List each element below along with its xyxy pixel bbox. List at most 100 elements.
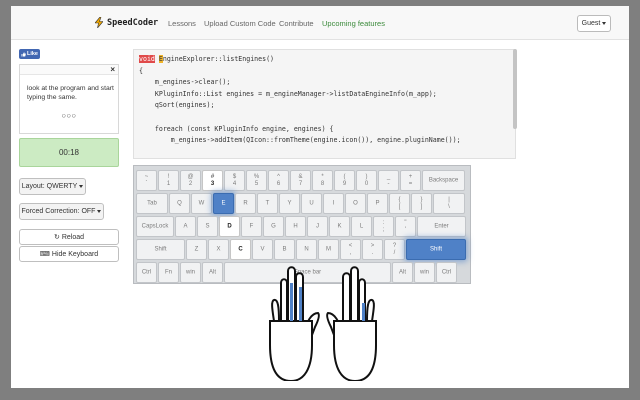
close-icon[interactable]: × [110, 65, 115, 75]
key-label: O [353, 200, 358, 206]
key-shift[interactable]: Shift [406, 239, 466, 260]
key-ctrl[interactable]: Ctrl [136, 262, 157, 283]
key-label: R [243, 200, 248, 206]
facebook-like-label: Like [26, 51, 38, 57]
key-9[interactable]: (9 [334, 170, 355, 191]
key-i[interactable]: I [323, 193, 344, 214]
caret-down-icon [602, 22, 607, 25]
key-z[interactable]: Z [186, 239, 207, 260]
code-scrollbar[interactable] [513, 49, 517, 129]
code-line: m_engines->clear(); [139, 78, 231, 87]
key-label: G [271, 223, 276, 229]
key-h[interactable]: H [285, 216, 306, 237]
keyword-highlight: void [139, 55, 155, 63]
key-t[interactable]: T [257, 193, 278, 214]
key-fn[interactable]: Fn [158, 262, 179, 283]
key-shift-label: < [348, 243, 353, 249]
key-j[interactable]: J [307, 216, 328, 237]
key-[interactable]: }] [411, 193, 432, 214]
key-m[interactable]: M [318, 239, 339, 260]
key-d[interactable]: D [219, 216, 240, 237]
brand[interactable]: SpeedCoder [95, 17, 158, 28]
layout-dropdown-button[interactable]: Layout: QWERTY [19, 178, 86, 195]
key-ctrl[interactable]: Ctrl [436, 262, 457, 283]
facebook-like-button[interactable]: Like [19, 49, 40, 59]
key-4[interactable]: $4 [224, 170, 245, 191]
pagination-dots[interactable]: ○○○ [20, 111, 118, 120]
key-label: N [304, 246, 309, 252]
key-shift-label: > [370, 243, 375, 249]
key-2[interactable]: @2 [180, 170, 201, 191]
key-3[interactable]: #3 [202, 170, 223, 191]
key-tab[interactable]: Tab [136, 193, 168, 214]
key-label: L [359, 223, 364, 229]
key-label: J [316, 223, 319, 229]
key-b[interactable]: B [274, 239, 295, 260]
key-alt[interactable]: Alt [392, 262, 413, 283]
key-x[interactable]: X [208, 239, 229, 260]
key-[interactable]: _ - [378, 170, 399, 191]
key-5[interactable]: % 5 [246, 170, 267, 191]
key-r[interactable]: R [235, 193, 256, 214]
key-label: ; [382, 227, 385, 233]
key-f[interactable]: F [241, 216, 262, 237]
key-shift-label: ( [343, 174, 346, 180]
key-shift[interactable]: Shift [136, 239, 185, 260]
key-k[interactable]: K [329, 216, 350, 237]
key-c[interactable]: C [230, 239, 251, 260]
nav-upcoming-features[interactable]: Upcoming features [322, 19, 385, 28]
key-[interactable]: | \ [433, 193, 465, 214]
forced-correction-label: Forced Correction: OFF [21, 208, 96, 215]
key-0[interactable]: ) 0 [356, 170, 377, 191]
key-p[interactable]: P [367, 193, 388, 214]
key-label: Backspace [428, 177, 459, 183]
key-[interactable]: + = [400, 170, 421, 191]
reload-button[interactable]: ↻ Reload [19, 229, 119, 245]
key-w[interactable]: W [191, 193, 212, 214]
guest-dropdown-button[interactable]: Guest [577, 15, 611, 32]
key-[interactable]: " ' [395, 216, 416, 237]
key-[interactable]: :; [373, 216, 394, 237]
key-backspace[interactable]: Backspace [422, 170, 465, 191]
key-shift-label: $ [232, 174, 237, 180]
key-a[interactable]: A [175, 216, 196, 237]
key-shift-label: ^ [277, 174, 280, 180]
key-y[interactable]: Y [279, 193, 300, 214]
key-label: Enter [434, 223, 449, 229]
instruction-panel: × look at the program and start typing t… [19, 64, 119, 134]
nav-lessons[interactable]: Lessons [168, 19, 196, 28]
nav-contribute[interactable]: Contribute [279, 19, 314, 28]
key-e[interactable]: E [213, 193, 234, 214]
nav-upload-custom-code[interactable]: Upload Custom Code [204, 19, 276, 28]
key-capslock[interactable]: CapsLock [136, 216, 174, 237]
code-editor[interactable]: void EngineExplorer::listEngines() { m_e… [133, 49, 516, 159]
key-o[interactable]: O [345, 193, 366, 214]
key-s[interactable]: S [197, 216, 218, 237]
key-win[interactable]: win [414, 262, 435, 283]
key-[interactable]: >. [362, 239, 383, 260]
key-[interactable]: <, [340, 239, 361, 260]
key-alt[interactable]: Alt [202, 262, 223, 283]
key-shift-label: ) [365, 174, 368, 180]
key-win[interactable]: win [180, 262, 201, 283]
key-1[interactable]: ! 1 [158, 170, 179, 191]
key-[interactable]: ~ ` [136, 170, 157, 191]
key-u[interactable]: U [301, 193, 322, 214]
forced-correction-dropdown-button[interactable]: Forced Correction: OFF [19, 203, 104, 220]
highlighted-finger [362, 303, 365, 321]
key-l[interactable]: L [351, 216, 372, 237]
key-label: Fn [164, 269, 172, 275]
key-n[interactable]: N [296, 239, 317, 260]
key-v[interactable]: V [252, 239, 273, 260]
key-8[interactable]: * 8 [312, 170, 333, 191]
key-q[interactable]: Q [169, 193, 190, 214]
key-[interactable]: ? / [384, 239, 405, 260]
timer-display: 00:18 [19, 138, 119, 167]
key-7[interactable]: & 7 [290, 170, 311, 191]
hide-keyboard-button[interactable]: ⌨ Hide Keyboard [19, 246, 119, 262]
key-g[interactable]: G [263, 216, 284, 237]
key-label: CapsLock [141, 223, 169, 229]
key-[interactable]: {[ [389, 193, 410, 214]
key-6[interactable]: ^ 6 [268, 170, 289, 191]
key-enter[interactable]: Enter [417, 216, 466, 237]
